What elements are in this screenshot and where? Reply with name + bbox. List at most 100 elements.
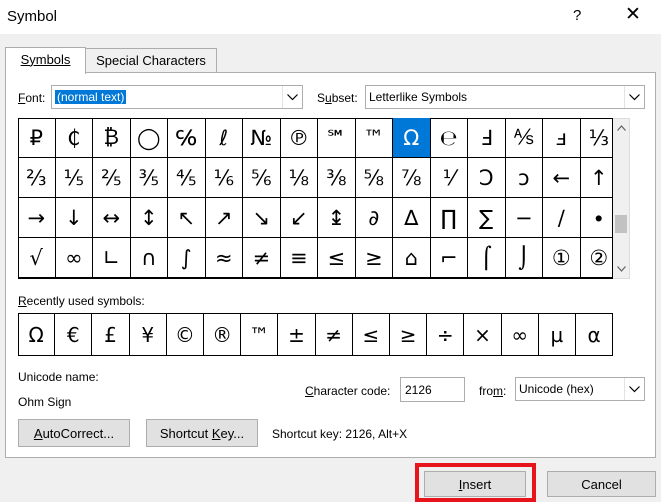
close-button[interactable]: ✕ bbox=[625, 3, 641, 26]
symbol-cell[interactable]: ≠ bbox=[243, 238, 281, 278]
symbol-cell[interactable]: → bbox=[18, 198, 56, 238]
symbol-cell[interactable]: ≈ bbox=[205, 238, 243, 278]
recent-symbol-cell[interactable]: ® bbox=[204, 314, 242, 355]
symbol-cell[interactable]: ∞ bbox=[55, 238, 93, 278]
tab-symbols[interactable]: Symbols bbox=[5, 47, 86, 74]
symbol-cell[interactable]: ⅘ bbox=[168, 158, 206, 198]
recent-symbol-cell[interactable]: ≤ bbox=[353, 314, 390, 355]
symbol-cell[interactable]: ⅚ bbox=[243, 158, 281, 198]
scroll-down-icon[interactable] bbox=[613, 261, 629, 277]
symbol-cell[interactable]: ↓ bbox=[55, 198, 93, 238]
shortcut-key-button[interactable]: Shortcut Key... bbox=[146, 419, 258, 447]
symbol-cell[interactable]: Ω bbox=[393, 118, 431, 158]
symbol-grid-scrollbar[interactable] bbox=[613, 118, 630, 279]
symbol-cell[interactable]: ⌐ bbox=[430, 238, 468, 278]
symbol-cell[interactable]: ⅝ bbox=[355, 158, 393, 198]
symbol-cell[interactable]: ₵ bbox=[55, 118, 93, 158]
scroll-thumb[interactable] bbox=[615, 215, 627, 233]
symbol-cell[interactable]: ⅜ bbox=[318, 158, 356, 198]
recent-symbol-cell[interactable]: ™ bbox=[241, 314, 279, 355]
symbol-cell[interactable]: ↗ bbox=[205, 198, 243, 238]
symbol-cell[interactable]: ↔ bbox=[93, 198, 131, 238]
recent-symbol-cell[interactable]: ± bbox=[278, 314, 316, 355]
recent-symbol-cell[interactable]: © bbox=[167, 314, 204, 355]
symbol-cell[interactable]: ⅞ bbox=[393, 158, 431, 198]
chevron-down-icon[interactable] bbox=[282, 86, 302, 108]
symbol-cell[interactable]: Ↄ bbox=[468, 158, 506, 198]
from-dropdown[interactable]: Unicode (hex) bbox=[515, 377, 645, 401]
symbol-cell[interactable]: ↙ bbox=[280, 198, 318, 238]
symbol-cell[interactable]: ∫ bbox=[168, 238, 206, 278]
recent-symbol-cell[interactable]: £ bbox=[92, 314, 130, 355]
symbol-grid[interactable]: ₽ ₵ ₿ ◯ ℅ ℓ № ℗ ℠ ™ Ω ℮ Ⅎ ⅍ ⅎ ⅓ ⅔ ⅕ ⅖ ⅗ ⅘ ⅙ ⅚ ⅛ ⅜ ⅝ ⅞ ⅟ Ↄↄ ← ↑ → ↓ ↔ ↕ ↖ ↗ ↘ ↙… bbox=[18, 118, 618, 279]
recent-symbol-cell[interactable]: µ bbox=[539, 314, 576, 355]
symbol-cell[interactable]: ⅖ bbox=[93, 158, 131, 198]
recent-symbol-cell[interactable]: ≥ bbox=[390, 314, 428, 355]
recent-symbol-cell[interactable]: α bbox=[576, 314, 614, 355]
symbol-cell[interactable]: ⅕ bbox=[55, 158, 93, 198]
symbol-cell[interactable]: ∏ bbox=[430, 198, 468, 238]
symbol-cell[interactable]: ℮ bbox=[430, 118, 468, 158]
shortcut-accel: K bbox=[211, 425, 221, 441]
symbol-cell[interactable]: ℅ bbox=[168, 118, 206, 158]
symbol-cell[interactable]: ≡ bbox=[280, 238, 318, 278]
symbol-cell[interactable]: ← bbox=[543, 158, 581, 198]
symbol-cell[interactable]: ⌡ bbox=[505, 238, 543, 278]
cancel-button[interactable]: Cancel bbox=[547, 471, 656, 497]
symbol-cell[interactable]: ⅗ bbox=[130, 158, 168, 198]
recent-symbols-grid[interactable]: Ω € £ ¥ © ® ™ ± ≠ ≤ ≥ ÷ × ∞ µ α bbox=[18, 313, 614, 356]
symbol-cell[interactable]: ∂ bbox=[355, 198, 393, 238]
symbol-cell[interactable]: Ⅎ bbox=[468, 118, 506, 158]
symbol-cell[interactable]: ⅔ bbox=[18, 158, 56, 198]
symbol-cell[interactable]: ℓ bbox=[205, 118, 243, 158]
recent-symbol-cell[interactable]: ≠ bbox=[316, 314, 353, 355]
symbol-cell[interactable]: ∟ bbox=[93, 238, 131, 278]
symbol-cell[interactable]: ⅟ bbox=[430, 158, 468, 198]
symbol-cell[interactable]: ↖ bbox=[168, 198, 206, 238]
symbol-cell[interactable]: ≤ bbox=[318, 238, 356, 278]
symbol-cell[interactable]: ™ bbox=[355, 118, 393, 158]
symbol-cell[interactable]: ⅍ bbox=[505, 118, 543, 158]
recent-symbol-cell[interactable]: ¥ bbox=[130, 314, 167, 355]
symbol-cell[interactable]: ⅎ bbox=[543, 118, 581, 158]
symbol-cell[interactable]: ↄ bbox=[505, 158, 543, 198]
symbol-cell[interactable]: ℗ bbox=[280, 118, 318, 158]
character-code-input[interactable]: 2126 bbox=[400, 377, 465, 402]
symbol-cell[interactable]: ₿ bbox=[93, 118, 131, 158]
autocorrect-button[interactable]: AutoCorrect... bbox=[18, 419, 130, 447]
recent-symbol-cell[interactable]: € bbox=[55, 314, 93, 355]
symbol-cell[interactable]: ℠ bbox=[318, 118, 356, 158]
symbol-cell[interactable]: ① bbox=[543, 238, 581, 278]
chevron-down-icon[interactable] bbox=[624, 86, 644, 108]
symbol-cell[interactable]: √ bbox=[18, 238, 56, 278]
recent-symbol-cell[interactable]: ∞ bbox=[502, 314, 539, 355]
symbol-cell[interactable]: ↕ bbox=[130, 198, 168, 238]
symbol-cell[interactable]: ≥ bbox=[355, 238, 393, 278]
scroll-up-icon[interactable] bbox=[613, 120, 629, 136]
symbol-cell[interactable]: ⌂ bbox=[393, 238, 431, 278]
insert-highlight-box bbox=[415, 463, 536, 502]
symbol-cell[interactable]: ∕ bbox=[543, 198, 581, 238]
symbol-cell[interactable]: − bbox=[505, 198, 543, 238]
symbol-cell[interactable]: ₽ bbox=[18, 118, 56, 158]
font-value: (normal text) bbox=[55, 90, 127, 104]
help-button[interactable]: ? bbox=[573, 7, 581, 24]
font-dropdown[interactable]: (normal text) bbox=[51, 85, 303, 109]
recent-symbol-cell[interactable]: × bbox=[464, 314, 502, 355]
symbol-cell[interactable]: ⅙ bbox=[205, 158, 243, 198]
symbol-cell[interactable]: ⌠ bbox=[468, 238, 506, 278]
recent-symbol-cell[interactable]: Ω bbox=[18, 314, 56, 355]
recent-symbol-cell[interactable]: ÷ bbox=[427, 314, 465, 355]
tab-special-characters[interactable]: Special Characters bbox=[86, 48, 217, 74]
symbol-cell[interactable]: ∩ bbox=[130, 238, 168, 278]
symbol-cell[interactable]: ∑ bbox=[468, 198, 506, 238]
symbol-cell[interactable]: ∆ bbox=[393, 198, 431, 238]
symbol-cell[interactable]: № bbox=[243, 118, 281, 158]
symbol-cell[interactable]: ↨ bbox=[318, 198, 356, 238]
symbol-cell[interactable]: ◯ bbox=[130, 118, 168, 158]
chevron-down-icon[interactable] bbox=[624, 378, 644, 400]
char-code-accel: C bbox=[305, 384, 314, 398]
symbol-cell[interactable]: ⅛ bbox=[280, 158, 318, 198]
symbol-cell[interactable]: ↘ bbox=[243, 198, 281, 238]
subset-dropdown[interactable]: Letterlike Symbols bbox=[365, 85, 645, 109]
